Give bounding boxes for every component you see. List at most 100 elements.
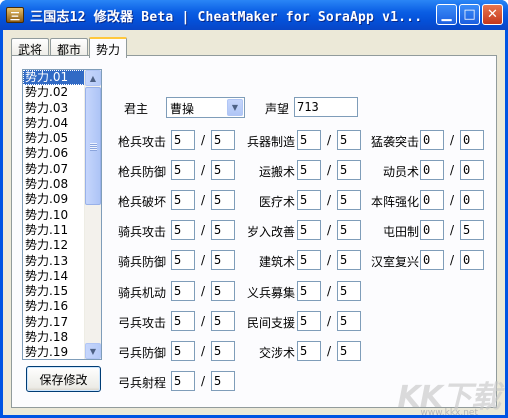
tech-current-field[interactable]: 5	[171, 130, 195, 150]
app-window: 三 三国志12 修改器 Beta | CheatMaker for SoraAp…	[0, 0, 508, 418]
faction-listbox[interactable]: 势力.01 势力.02 势力.03 势力.04 势力.05 势力.06 势力.07 势力.08…	[22, 69, 102, 360]
tech-max-field[interactable]: 5	[211, 220, 235, 241]
tech-max-field[interactable]: 5	[211, 250, 235, 271]
slash-separator: /	[450, 133, 455, 147]
client-area: 武将 都市 势力 势力.01 势力.02 势力.03 势力.04 势力.05 势力.06 势…	[3, 30, 505, 415]
tech-current-field[interactable]: 0	[420, 250, 444, 271]
tech-current-field[interactable]: 0	[420, 190, 444, 211]
tech-max-field[interactable]: 5	[211, 130, 235, 150]
tech-current-field[interactable]: 5	[171, 220, 195, 241]
title-bar[interactable]: 三 三国志12 修改器 Beta | CheatMaker for SoraAp…	[0, 0, 508, 30]
slash-separator: /	[201, 373, 206, 388]
slash-separator: /	[327, 343, 332, 358]
tech-current-field[interactable]: 5	[297, 130, 321, 150]
tech-max-field[interactable]: 5	[337, 220, 361, 241]
tech-current-field[interactable]: 5	[171, 250, 195, 271]
tech-max-field[interactable]: 5	[337, 250, 361, 271]
tech-current-field[interactable]: 5	[171, 340, 195, 361]
tech-max-field[interactable]: 0	[460, 160, 484, 181]
maximize-icon: □	[463, 7, 476, 22]
tech-current-field[interactable]: 5	[297, 340, 321, 361]
slash-separator: /	[327, 223, 332, 238]
tech-label: 动员术	[382, 165, 419, 180]
tech-label: 枪兵攻击	[117, 135, 166, 149]
chevron-up-icon: ▲	[89, 73, 97, 83]
chevron-down-icon: ▼	[89, 346, 97, 356]
tech-label: 猛袭突击	[370, 135, 419, 149]
slash-separator: /	[327, 313, 332, 328]
tech-label: 建筑术	[258, 255, 295, 270]
scroll-thumb[interactable]	[85, 87, 101, 205]
save-changes-button[interactable]: 保存修改	[26, 366, 101, 392]
tech-max-field[interactable]: 5	[211, 370, 235, 391]
slash-separator: /	[327, 163, 332, 178]
tech-current-field[interactable]: 5	[171, 370, 195, 391]
tech-label: 汉室复兴	[370, 255, 419, 270]
app-icon[interactable]: 三	[6, 7, 24, 23]
tech-label: 本阵强化	[370, 195, 419, 210]
tech-max-field[interactable]: 5	[337, 340, 361, 361]
tech-max-field[interactable]: 5	[211, 160, 235, 181]
slash-separator: /	[201, 343, 206, 358]
slash-separator: /	[201, 283, 206, 298]
lord-select[interactable]: 曹操 ▼	[166, 97, 245, 118]
tech-label: 义兵募集	[246, 285, 295, 300]
slash-separator: /	[450, 223, 455, 238]
tech-current-field[interactable]: 5	[297, 250, 321, 271]
tech-max-field[interactable]: 5	[211, 310, 235, 331]
tech-max-field[interactable]: 5	[460, 220, 484, 241]
scroll-down-button[interactable]: ▼	[85, 343, 101, 359]
tech-label: 民间支援	[246, 315, 295, 330]
tech-current-field[interactable]: 0	[420, 130, 444, 150]
tech-current-field[interactable]: 0	[420, 220, 444, 241]
slash-separator: /	[450, 193, 455, 208]
tech-max-field[interactable]: 5	[337, 190, 361, 211]
tech-max-field[interactable]: 5	[211, 280, 235, 301]
tech-max-field[interactable]: 5	[211, 190, 235, 211]
tech-max-field[interactable]: 0	[460, 250, 484, 271]
tech-current-field[interactable]: 5	[297, 160, 321, 181]
tab-strip: 武将 都市 势力	[11, 36, 128, 58]
tech-max-field[interactable]: 0	[460, 130, 484, 150]
tab-factions[interactable]: 势力	[89, 37, 128, 58]
close-icon: ✕	[487, 7, 498, 22]
tech-current-field[interactable]: 5	[171, 160, 195, 181]
tech-current-field[interactable]: 5	[171, 280, 195, 301]
tech-label: 交涉术	[258, 345, 295, 360]
lord-label: 君主	[123, 102, 148, 116]
tech-label: 枪兵防御	[117, 165, 166, 180]
tech-label: 枪兵破坏	[117, 195, 166, 210]
slash-separator: /	[450, 253, 455, 268]
prestige-label: 声望	[264, 102, 289, 116]
tech-current-field[interactable]: 5	[297, 190, 321, 211]
lord-select-value: 曹操	[170, 102, 195, 116]
tech-current-field[interactable]: 5	[171, 310, 195, 331]
dropdown-button[interactable]: ▼	[227, 99, 243, 116]
tech-max-field[interactable]: 0	[460, 190, 484, 211]
prestige-field[interactable]: 713	[294, 97, 358, 117]
tech-max-field[interactable]: 5	[337, 280, 361, 301]
slash-separator: /	[327, 133, 332, 147]
slash-separator: /	[201, 163, 206, 178]
tech-label: 骑兵防御	[117, 255, 166, 270]
tech-max-field[interactable]: 5	[337, 130, 361, 150]
tech-current-field[interactable]: 5	[297, 310, 321, 331]
tech-current-field[interactable]: 5	[297, 280, 321, 301]
tech-max-field[interactable]: 5	[337, 310, 361, 331]
tech-label: 弓兵攻击	[117, 315, 166, 330]
tech-current-field[interactable]: 0	[420, 160, 444, 181]
grip-icon	[90, 143, 97, 151]
tech-max-field[interactable]: 5	[211, 340, 235, 361]
minimize-button[interactable]: ▁	[436, 4, 457, 25]
chevron-down-icon: ▼	[231, 103, 239, 112]
list-scrollbar[interactable]: ▲ ▼	[84, 70, 101, 359]
tech-label: 弓兵射程	[117, 375, 166, 390]
close-button[interactable]: ✕	[482, 4, 503, 25]
tech-max-field[interactable]: 5	[337, 160, 361, 181]
tech-current-field[interactable]: 5	[171, 190, 195, 211]
maximize-button[interactable]: □	[459, 4, 480, 25]
tech-current-field[interactable]: 5	[297, 220, 321, 241]
tech-label: 骑兵攻击	[117, 225, 166, 240]
tech-label: 医疗术	[258, 195, 295, 210]
scroll-up-button[interactable]: ▲	[85, 70, 101, 86]
